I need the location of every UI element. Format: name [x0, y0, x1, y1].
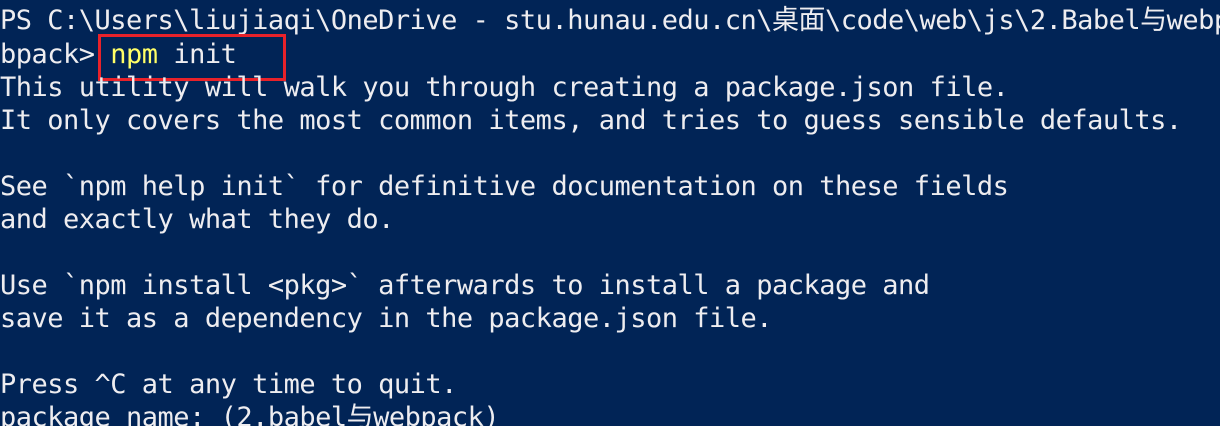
output-line: Use `npm install <pkg>` afterwards to in… [0, 270, 930, 301]
prompt-path-line: PS C:\Users\liujiaqi\OneDrive - stu.huna… [0, 5, 1220, 36]
output-line: It only covers the most common items, an… [0, 105, 1182, 136]
output-line: Press ^C at any time to quit. [0, 369, 457, 400]
output-line: This utility will walk you through creat… [0, 72, 1009, 103]
output-line: and exactly what they do. [0, 204, 394, 235]
powershell-terminal[interactable]: PS C:\Users\liujiaqi\OneDrive - stu.huna… [0, 0, 1220, 426]
prompt-path-tail: bpack> [0, 39, 111, 70]
output-line: save it as a dependency in the package.j… [0, 303, 773, 334]
output-line: See `npm help init` for definitive docum… [0, 171, 1009, 202]
package-name-prompt[interactable]: package name: (2.babel与webpack) [0, 401, 500, 426]
